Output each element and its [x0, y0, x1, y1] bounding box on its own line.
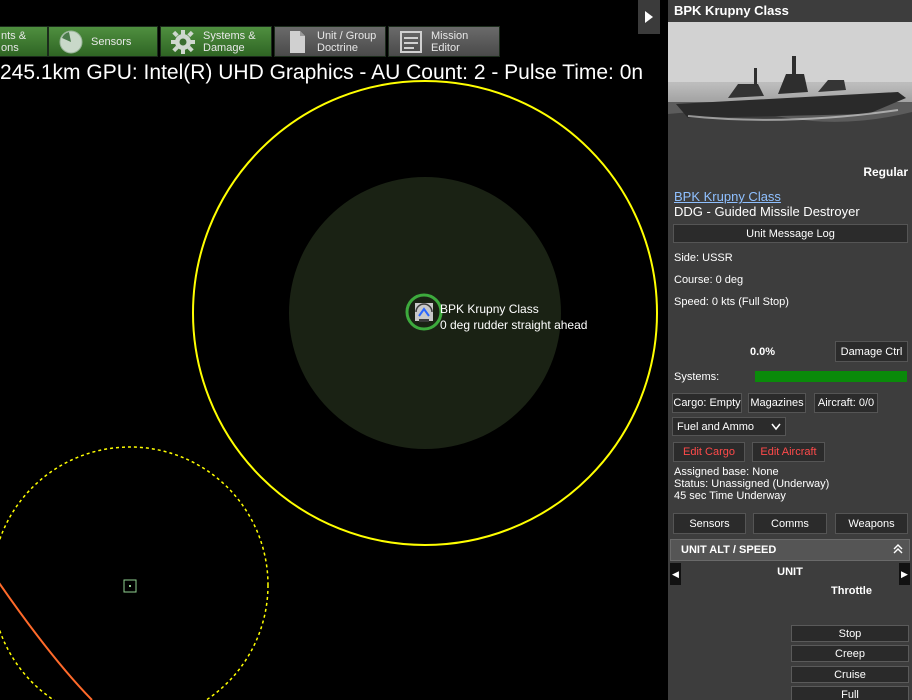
unit-info-panel: BPK Krupny Class Regular BPK Krupny Clas… [668, 0, 912, 700]
gear-icon [169, 29, 197, 55]
time-underway-label: 45 sec Time Underway [674, 490, 786, 502]
assigned-base-label: Assigned base: None [674, 466, 779, 478]
unit-stepper-label: UNIT [777, 566, 803, 578]
edit-cargo-button[interactable]: Edit Cargo [673, 442, 745, 462]
contact-range-ring [0, 446, 269, 700]
alt-speed-section-header[interactable]: UNIT ALT / SPEED [670, 539, 910, 561]
comms-button[interactable]: Comms [753, 513, 827, 534]
damage-ctrl-button[interactable]: Damage Ctrl [835, 341, 908, 362]
tab-systems-damage[interactable]: Systems & Damage [160, 26, 272, 57]
tab-systems-damage-label: Systems & Damage [203, 29, 256, 54]
unit-status-block: Assigned base: None Status: Unassigned (… [674, 466, 829, 502]
cargo-button[interactable]: Cargo: Empty [672, 393, 742, 413]
fuel-ammo-select[interactable]: Fuel and Ammo [672, 417, 786, 436]
tactical-map[interactable]: 245.1km GPU: Intel(R) UHD Graphics - AU … [0, 57, 668, 700]
speed-label: Speed: 0 kts (Full Stop) [674, 296, 789, 308]
unit-message-log-button[interactable]: Unit Message Log [673, 224, 908, 243]
tab-sensors[interactable]: Sensors [48, 26, 158, 57]
tab-unit-group-doctrine-label: Unit / Group Doctrine [317, 29, 377, 54]
status-label: Status: Unassigned (Underway) [674, 478, 830, 490]
ship-photo [668, 22, 912, 160]
radar-icon [57, 29, 85, 55]
speed-full-button[interactable]: Full [791, 686, 909, 700]
tab-weapons[interactable]: nts & ons [0, 26, 48, 57]
tab-sensors-label: Sensors [91, 35, 132, 48]
collapse-panel-button[interactable] [638, 0, 660, 34]
aircraft-button[interactable]: Aircraft: 0/0 [814, 393, 878, 413]
double-chevron-up-icon[interactable] [893, 543, 903, 558]
unit-name-label: BPK Krupny Class [440, 302, 539, 316]
proficiency-label: Regular [863, 165, 908, 179]
tab-weapons-label: nts & ons [1, 29, 27, 54]
unit-type-label: DDG - Guided Missile Destroyer [674, 204, 860, 219]
fuel-ammo-select-value: Fuel and Ammo [677, 420, 755, 433]
side-label: Side: USSR [674, 252, 733, 264]
chevron-left-icon[interactable]: ◀ [670, 563, 681, 585]
magazines-button[interactable]: Magazines [748, 393, 806, 413]
mission-editor-icon [397, 29, 425, 55]
unit-class-link[interactable]: BPK Krupny Class [674, 189, 781, 204]
unit-stepper: UNIT ◀ ▶ [670, 563, 910, 585]
speed-creep-button[interactable]: Creep [791, 645, 909, 662]
tab-unit-group-doctrine[interactable]: Unit / Group Doctrine [274, 26, 386, 57]
throttle-label: Throttle [831, 585, 872, 597]
chevron-down-icon [771, 423, 781, 430]
map-overlay [0, 80, 658, 700]
speed-cruise-button[interactable]: Cruise [791, 666, 909, 683]
tab-mission-editor[interactable]: Mission Editor [388, 26, 500, 57]
alt-speed-title: UNIT ALT / SPEED [681, 544, 777, 556]
damage-percent: 0.0% [750, 346, 776, 358]
systems-health-bar [755, 371, 907, 382]
contact-track-line [0, 582, 93, 700]
systems-label: Systems: [674, 371, 720, 383]
panel-title: BPK Krupny Class [674, 3, 789, 18]
edit-aircraft-button[interactable]: Edit Aircraft [752, 442, 825, 462]
sensors-button[interactable]: Sensors [673, 513, 746, 534]
speed-stop-button[interactable]: Stop [791, 625, 909, 642]
chevron-right-icon[interactable]: ▶ [899, 563, 910, 585]
chevron-right-icon [645, 11, 653, 23]
document-icon [283, 29, 311, 55]
unit-status-label: 0 deg rudder straight ahead [440, 318, 588, 332]
course-label: Course: 0 deg [674, 274, 744, 286]
tab-mission-editor-label: Mission Editor [431, 29, 469, 54]
weapons-button[interactable]: Weapons [835, 513, 908, 534]
toolbar-tabs: nts & ons Sensors Systems & Damage Unit … [0, 26, 668, 57]
